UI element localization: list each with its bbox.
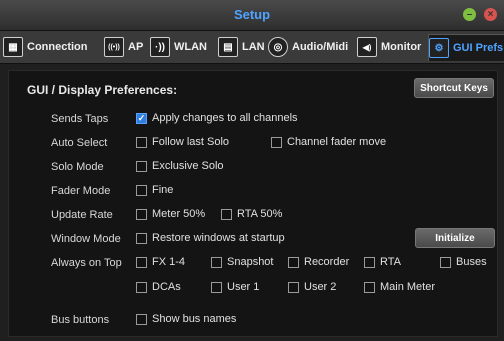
access-point-icon: ((•)) (104, 37, 124, 57)
initialize-button[interactable]: Initialize (415, 228, 495, 248)
checkbox-label: DCAs (152, 281, 181, 293)
tab-label: GUI Prefs (453, 42, 504, 54)
checkbox-label: Apply changes to all channels (152, 112, 298, 124)
tab-label: Audio/Midi (292, 41, 349, 53)
tab-lan[interactable]: ▤ LAN (218, 34, 265, 60)
lan-icon: ▤ (218, 37, 238, 57)
checkbox-label: Follow last Solo (152, 136, 230, 148)
audio-midi-icon: ◎ (268, 37, 288, 57)
fine-checkbox[interactable]: Fine (136, 184, 173, 196)
checkbox-label: Snapshot (227, 256, 274, 268)
solo-mode-label: Solo Mode (51, 161, 104, 173)
meter-50-checkbox[interactable]: Meter 50% (136, 208, 205, 220)
tab-monitor[interactable]: ◀) Monitor (357, 34, 421, 60)
tab-label: Monitor (381, 41, 422, 53)
checkbox-label: Main Meter (380, 281, 436, 293)
fx-1-4-checkbox[interactable]: FX 1-4 (136, 256, 185, 268)
restore-windows-checkbox[interactable]: Restore windows at startup (136, 232, 285, 244)
tab-label: Connection (27, 41, 88, 53)
gui-prefs-icon: ⚙ (429, 38, 449, 58)
shortcut-keys-button[interactable]: Shortcut Keys (414, 78, 494, 98)
tab-wlan[interactable]: ·)) WLAN (150, 34, 207, 60)
tab-label: AP (128, 41, 144, 53)
main-meter-checkbox[interactable]: Main Meter (364, 281, 435, 293)
tab-bar: ▦ Connection ((•)) AP ·)) WLAN ▤ LAN ◎ A… (0, 31, 504, 64)
bus-buttons-label: Bus buttons (51, 314, 110, 326)
update-rate-label: Update Rate (51, 209, 113, 221)
buses-checkbox[interactable]: Buses (440, 256, 487, 268)
close-button[interactable]: × (484, 8, 497, 21)
tab-label: LAN (242, 41, 265, 53)
tab-label: WLAN (174, 41, 207, 53)
checkbox-label: Show bus names (152, 313, 237, 325)
checkbox-label: Channel fader move (287, 136, 387, 148)
auto-select-label: Auto Select (51, 137, 108, 149)
tab-connection[interactable]: ▦ Connection (3, 34, 88, 60)
monitor-icon: ◀) (357, 37, 377, 57)
checkbox-label: User 1 (227, 281, 260, 293)
checkmark-icon: ✓ (136, 112, 147, 124)
follow-last-solo-checkbox[interactable]: Follow last Solo (136, 136, 229, 148)
tab-audio-midi[interactable]: ◎ Audio/Midi (268, 34, 348, 60)
checkbox-label: RTA (380, 256, 401, 268)
tab-ap[interactable]: ((•)) AP (104, 34, 143, 60)
dcas-checkbox[interactable]: DCAs (136, 281, 181, 293)
window-title: Setup (233, 7, 271, 22)
channel-fader-move-checkbox[interactable]: Channel fader move (271, 136, 386, 148)
recorder-checkbox[interactable]: Recorder (288, 256, 349, 268)
checkbox-label: Meter 50% (152, 208, 206, 220)
gui-prefs-panel: GUI / Display Preferences: Shortcut Keys… (8, 70, 498, 337)
checkbox-label: User 2 (304, 281, 337, 293)
show-bus-names-checkbox[interactable]: Show bus names (136, 313, 236, 325)
checkbox-label: Fine (152, 184, 174, 196)
rta-checkbox[interactable]: RTA (364, 256, 401, 268)
connection-icon: ▦ (3, 37, 23, 57)
setup-window: Setup – × ▦ Connection ((•)) AP ·)) WLAN… (0, 0, 504, 341)
checkbox-label: FX 1-4 (152, 256, 186, 268)
sends-taps-label: Sends Taps (51, 113, 109, 125)
snapshot-checkbox[interactable]: Snapshot (211, 256, 273, 268)
checkbox-label: Exclusive Solo (152, 160, 224, 172)
window-mode-label: Window Mode (51, 233, 121, 245)
wlan-icon: ·)) (150, 37, 170, 57)
minimize-button[interactable]: – (463, 8, 476, 21)
tab-gui-prefs[interactable]: ⚙ GUI Prefs (428, 34, 504, 61)
rta-50-checkbox[interactable]: RTA 50% (221, 208, 282, 220)
fader-mode-label: Fader Mode (51, 185, 111, 197)
apply-all-channels-checkbox[interactable]: ✓ Apply changes to all channels (136, 112, 298, 124)
exclusive-solo-checkbox[interactable]: Exclusive Solo (136, 160, 224, 172)
checkbox-label: Restore windows at startup (152, 232, 285, 244)
user-2-checkbox[interactable]: User 2 (288, 281, 336, 293)
title-bar: Setup – × (0, 0, 504, 31)
checkbox-label: Recorder (304, 256, 350, 268)
checkbox-label: RTA 50% (237, 208, 283, 220)
panel-heading: GUI / Display Preferences: (27, 83, 178, 97)
always-on-top-label: Always on Top (51, 257, 122, 269)
checkbox-label: Buses (456, 256, 487, 268)
user-1-checkbox[interactable]: User 1 (211, 281, 259, 293)
